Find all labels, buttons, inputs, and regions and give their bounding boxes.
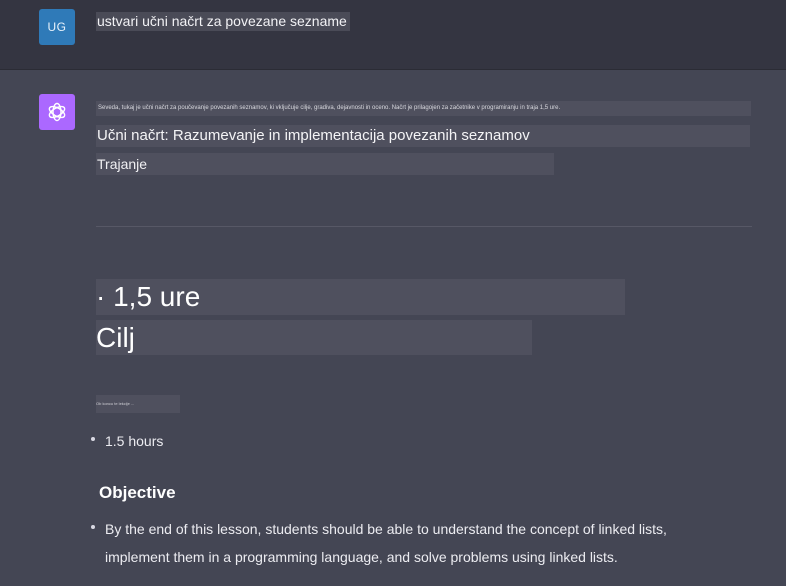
objective-text-line-2: implement them in a programming language… bbox=[105, 549, 618, 565]
duration-label: Trajanje bbox=[96, 153, 554, 175]
goal-heading: Cilj bbox=[96, 320, 532, 355]
user-avatar: UG bbox=[39, 9, 75, 45]
user-message-row: UG ustvari učni načrt za povezane seznam… bbox=[0, 0, 786, 70]
bullet-dot bbox=[91, 437, 95, 441]
objective-text-line-1: By the end of this lesson, students shou… bbox=[105, 521, 667, 537]
user-message-text: ustvari učni načrt za povezane seznamе bbox=[96, 12, 350, 31]
openai-logo-icon bbox=[39, 94, 75, 130]
intro-line: Seveda, tukaj je učni načrt za poučevanj… bbox=[96, 101, 751, 116]
lesson-plan-title: Učni načrt: Razumevanje in implementacij… bbox=[96, 125, 750, 147]
goal-text-small: Ob koncu te lekcije ... bbox=[96, 395, 180, 413]
bullet-dot bbox=[91, 525, 95, 529]
duration-bullet: 1.5 hours bbox=[105, 433, 164, 449]
duration-heading: · 1,5 ure bbox=[96, 279, 625, 315]
objective-heading: Objective bbox=[99, 483, 176, 502]
divider bbox=[96, 226, 752, 227]
openai-logo-icon-svg bbox=[48, 102, 66, 122]
